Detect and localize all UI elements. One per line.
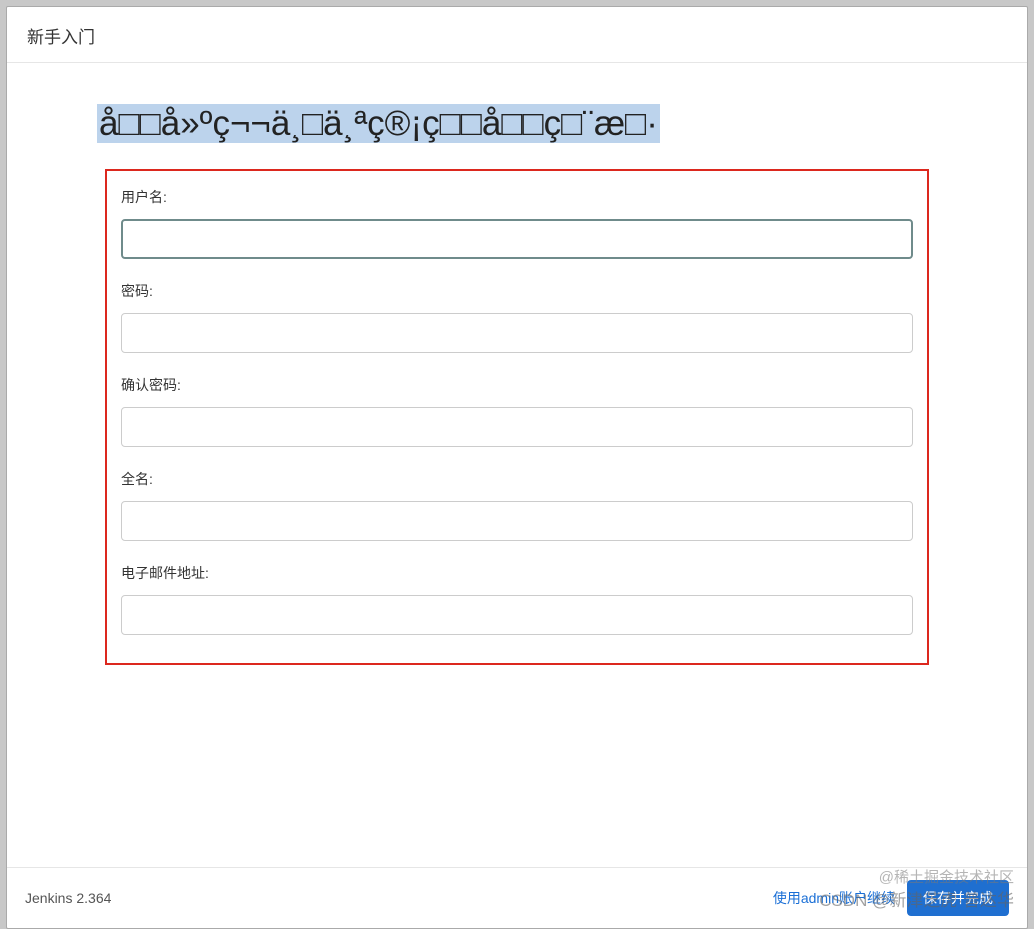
field-confirm-password: 确认密码: [121,375,913,447]
field-password: 密码: [121,281,913,353]
field-username: 用户名: [121,187,913,259]
garbled-heading: å□□å»ºç¬¬ä¸□ä¸ªç®¡ç□□å□□ç□¨æ□· [97,104,660,143]
fullname-input[interactable] [121,501,913,541]
dialog-footer: Jenkins 2.364 使用admin账户继续 保存并完成 [7,867,1027,928]
password-input[interactable] [121,313,913,353]
dialog-header: 新手入门 [7,7,1027,63]
save-and-finish-button[interactable]: 保存并完成 [907,880,1009,916]
setup-dialog: 新手入门 å□□å»ºç¬¬ä¸□ä¸ªç®¡ç□□å□□ç□¨æ□· 用户名:… [6,6,1028,929]
skip-admin-link[interactable]: 使用admin账户继续 [773,888,895,908]
heading-row: å□□å»ºç¬¬ä¸□ä¸ªç®¡ç□□å□□ç□¨æ□· [97,101,937,147]
confirm-password-input[interactable] [121,407,913,447]
dialog-body: å□□å»ºç¬¬ä¸□ä¸ªç®¡ç□□å□□ç□¨æ□· 用户名: 密码: … [7,63,1027,867]
footer-actions: 使用admin账户继续 保存并完成 [773,880,1009,916]
field-email: 电子邮件地址: [121,563,913,635]
password-label: 密码: [121,281,913,301]
form-annotation-box: 用户名: 密码: 确认密码: 全名: 电子邮件地址: [105,169,929,665]
email-input[interactable] [121,595,913,635]
username-input[interactable] [121,219,913,259]
email-label: 电子邮件地址: [121,563,913,583]
fullname-label: 全名: [121,469,913,489]
dialog-title: 新手入门 [27,28,95,47]
username-label: 用户名: [121,187,913,207]
version-label: Jenkins 2.364 [25,890,111,906]
field-fullname: 全名: [121,469,913,541]
confirm-password-label: 确认密码: [121,375,913,395]
